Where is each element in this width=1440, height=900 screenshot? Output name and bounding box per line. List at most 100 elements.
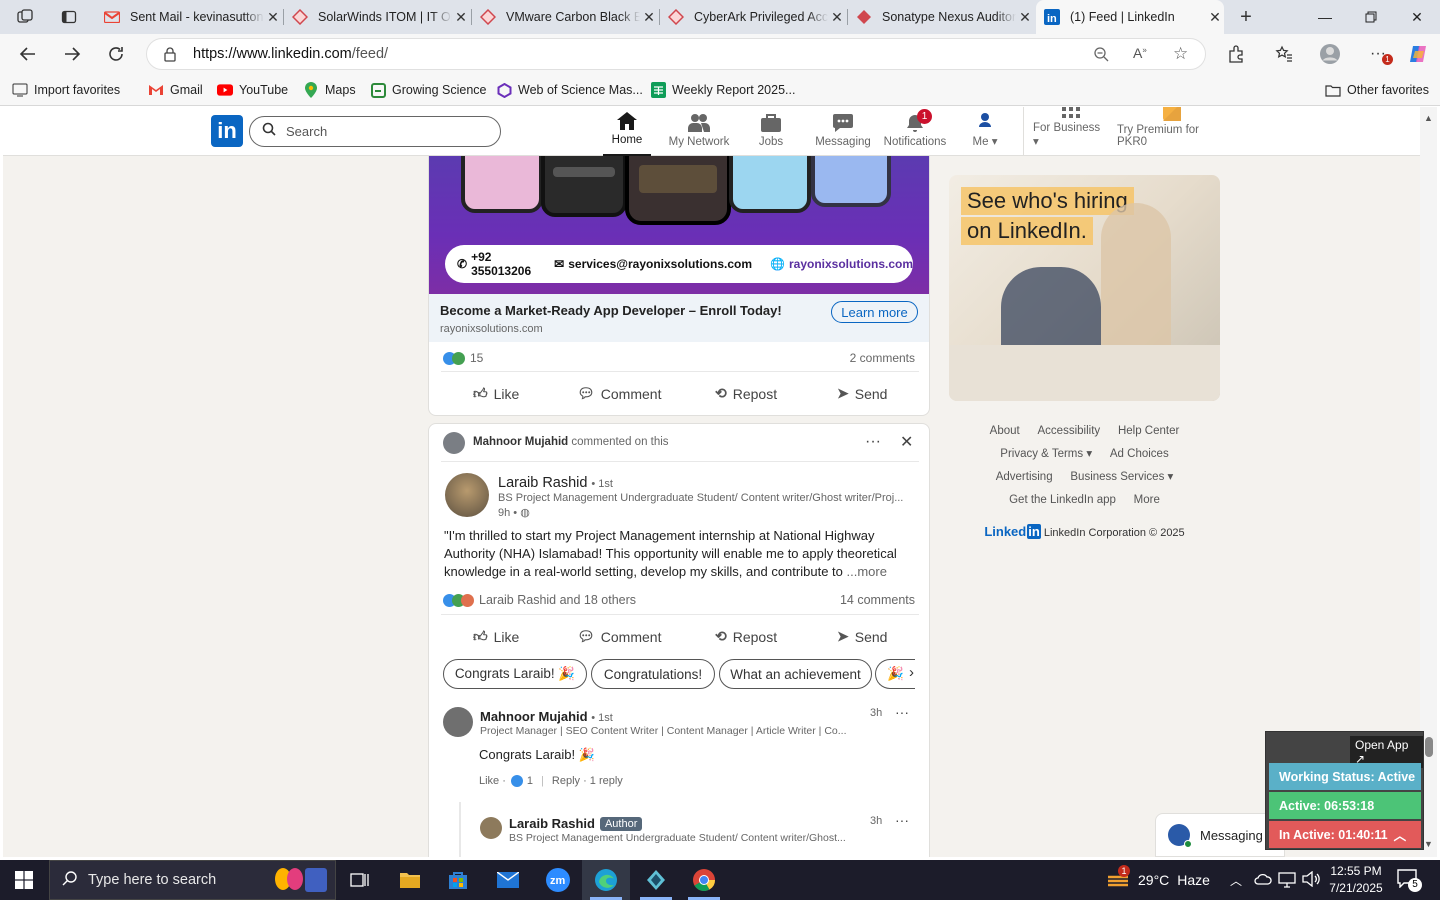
minimize-icon[interactable]: — [1302, 0, 1348, 34]
mail-icon[interactable] [484, 860, 532, 900]
favorite-youtube[interactable]: YouTube [217, 74, 288, 106]
suggested-comment-chip[interactable]: Congratulations! [591, 659, 715, 689]
search-input[interactable]: Search [249, 116, 501, 147]
like-button[interactable]: 👍︎ Like [473, 385, 519, 402]
extensions-icon[interactable] [1218, 34, 1254, 74]
tab-vmware[interactable]: VMware Carbon Black EDR ✕ [472, 0, 658, 34]
reaction-summary[interactable]: Laraib Rashid and 18 others [443, 593, 636, 607]
comment-options-icon[interactable]: ··· [895, 704, 909, 720]
file-explorer-icon[interactable] [386, 860, 434, 900]
network-icon[interactable] [1278, 872, 1296, 893]
learn-more-button[interactable]: Learn more [831, 301, 918, 323]
favorite-star-icon[interactable]: ☆ [1173, 44, 1188, 64]
menu-dots-icon[interactable]: ··· 1 [1360, 34, 1396, 74]
footer-link[interactable]: Accessibility [1038, 425, 1101, 437]
restore-icon[interactable] [1348, 0, 1394, 34]
more-options-icon[interactable]: ··· [865, 433, 881, 451]
footer-link[interactable]: Ad Choices [1110, 448, 1169, 460]
suggested-comment-chip[interactable]: What an achievement [719, 659, 872, 689]
avatar[interactable] [443, 432, 465, 454]
nav-messaging[interactable]: Messaging [813, 107, 873, 156]
tab-close-icon[interactable]: ✕ [1206, 9, 1224, 26]
comment-button[interactable]: 💬︎ Comment [577, 385, 661, 402]
nav-notifications[interactable]: 1 Notifications [883, 107, 947, 156]
nav-my-network[interactable]: My Network [667, 107, 731, 156]
hiring-ad[interactable]: See who's hiring on LinkedIn. [949, 175, 1220, 401]
new-tab-icon[interactable]: + [1234, 5, 1258, 29]
edge-icon[interactable] [582, 860, 630, 900]
comment-count[interactable]: 2 comments [850, 351, 915, 365]
vertical-tabs-icon[interactable] [54, 6, 84, 28]
other-favorites[interactable]: Other favorites [1325, 74, 1429, 106]
like-button[interactable]: 👍︎ Like [473, 628, 519, 645]
taskbar-search-input[interactable]: Type here to search [49, 860, 336, 900]
footer-link[interactable]: Business Services ▾ [1070, 471, 1173, 483]
send-button[interactable]: ➤ Send [837, 628, 887, 645]
author-avatar[interactable] [445, 473, 489, 517]
tab-close-icon[interactable]: ✕ [264, 9, 282, 26]
tab-cyberark[interactable]: CyberArk Privileged Access ✕ [660, 0, 846, 34]
onedrive-icon[interactable] [1254, 872, 1272, 891]
footer-link[interactable]: More [1134, 494, 1160, 506]
author-name[interactable]: Laraib Rashid [498, 475, 587, 491]
forward-icon[interactable] [54, 34, 90, 74]
favorite-growing-science[interactable]: Growing Science [370, 74, 487, 106]
workspaces-icon[interactable] [10, 6, 40, 28]
comment-like-button[interactable]: Like · [479, 775, 506, 787]
back-icon[interactable] [10, 34, 46, 74]
windows-start-icon[interactable] [0, 860, 48, 900]
linkedin-logo-icon[interactable]: in [211, 115, 243, 147]
reply-button[interactable]: Reply · 1 reply [552, 775, 623, 787]
nav-for-business[interactable]: For Business ▾ [1033, 107, 1109, 156]
store-icon[interactable] [434, 860, 482, 900]
refresh-icon[interactable] [98, 34, 134, 74]
favorite-web-of-science[interactable]: Web of Science Mas... [496, 74, 643, 106]
avatar[interactable] [480, 817, 502, 839]
comment-author[interactable]: Laraib Rashid [509, 816, 595, 831]
tab-close-icon[interactable]: ✕ [828, 9, 846, 26]
tab-linkedin[interactable]: in (1) Feed | LinkedIn ✕ [1036, 0, 1224, 34]
send-button[interactable]: ➤ Send [837, 385, 887, 402]
chrome-icon[interactable] [680, 860, 728, 900]
footer-link[interactable]: Help Center [1118, 425, 1179, 437]
avatar[interactable] [443, 707, 473, 737]
favorite-maps[interactable]: Maps [303, 74, 356, 106]
nav-me[interactable]: Me ▾ [965, 107, 1005, 156]
scroll-down-icon[interactable]: ▼ [1424, 839, 1433, 849]
zoom-app-icon[interactable]: zm [534, 860, 582, 900]
favorite-weekly-report[interactable]: Weekly Report 2025... [650, 74, 795, 106]
zoom-icon[interactable] [1093, 46, 1109, 67]
tab-close-icon[interactable]: ✕ [640, 9, 658, 26]
clock[interactable]: 12:55 PM 7/21/2025 [1326, 863, 1386, 897]
vpn-app-icon[interactable] [632, 860, 680, 900]
chevron-up-icon[interactable]: ︿ [1394, 825, 1407, 844]
read-aloud-icon[interactable]: A» [1133, 45, 1147, 61]
profile-avatar-icon[interactable] [1312, 34, 1348, 74]
comment-count[interactable]: 14 comments [840, 593, 915, 607]
comment-options-icon[interactable]: ··· [895, 812, 909, 828]
ad-headline[interactable]: Become a Market-Ready App Developer – En… [440, 303, 782, 318]
tab-sonatype[interactable]: Sonatype Nexus Auditor ✕ [848, 0, 1034, 34]
tab-gmail[interactable]: Sent Mail - kevinasutton ✕ [96, 0, 282, 34]
footer-link[interactable]: About [990, 425, 1020, 437]
tab-close-icon[interactable]: ✕ [1016, 9, 1034, 26]
favorite-gmail[interactable]: Gmail [148, 74, 203, 106]
favorite-import[interactable]: Import favorites [12, 74, 120, 106]
nav-home[interactable]: Home [603, 107, 651, 156]
tab-solarwinds[interactable]: SolarWinds ITOM | IT Ops ✕ [284, 0, 470, 34]
nav-premium[interactable]: Try Premium for PKR0 [1117, 107, 1227, 156]
reaction-summary[interactable]: 15 [443, 351, 483, 365]
tab-close-icon[interactable]: ✕ [452, 9, 470, 26]
lock-icon[interactable] [163, 47, 177, 67]
nav-jobs[interactable]: Jobs [751, 107, 791, 156]
volume-icon[interactable] [1302, 870, 1320, 892]
close-window-icon[interactable]: ✕ [1394, 0, 1440, 34]
repost-button[interactable]: ⟲ Repost [715, 628, 777, 645]
favorites-icon[interactable] [1266, 34, 1302, 74]
footer-link[interactable]: Advertising [996, 471, 1053, 483]
scroll-thumb[interactable] [1425, 737, 1433, 757]
chevron-right-icon[interactable]: › [909, 664, 914, 681]
commenter-name[interactable]: Mahnoor Mujahid [473, 436, 568, 448]
suggested-comment-chip[interactable]: Congrats Laraib! 🎉 [443, 659, 587, 689]
notification-center-icon[interactable]: 5 [1396, 868, 1422, 892]
